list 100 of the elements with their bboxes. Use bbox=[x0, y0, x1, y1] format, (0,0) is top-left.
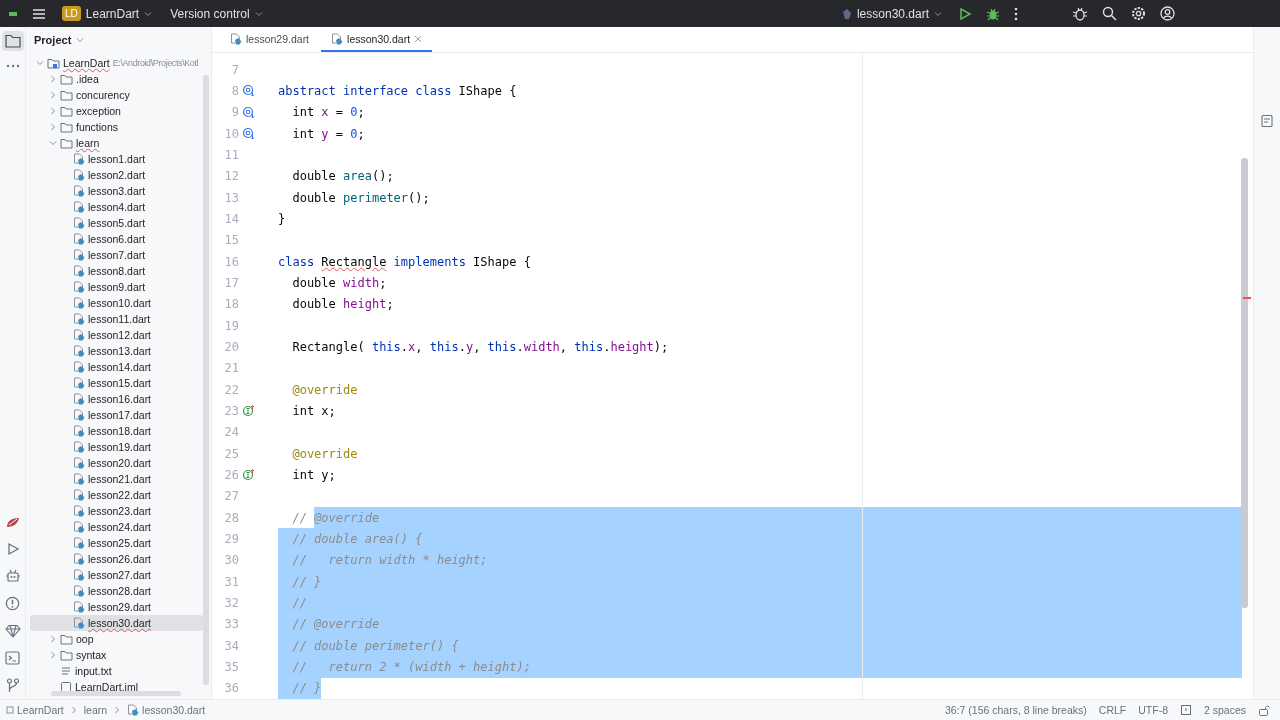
tree-item[interactable]: lesson24.dart bbox=[30, 519, 203, 535]
tree-item[interactable]: lesson4.dart bbox=[30, 199, 203, 215]
git-branch-icon[interactable] bbox=[5, 678, 20, 693]
overrides-icon[interactable] bbox=[242, 468, 255, 482]
tree-item[interactable]: lesson6.dart bbox=[30, 231, 203, 247]
close-icon[interactable] bbox=[414, 34, 423, 43]
tree-item[interactable]: lesson17.dart bbox=[30, 407, 203, 423]
file-encoding[interactable]: UTF-8 bbox=[1138, 704, 1168, 716]
tree-item[interactable]: lesson15.dart bbox=[30, 375, 203, 391]
tree-item[interactable]: concurency bbox=[30, 87, 203, 103]
tree-item[interactable]: lesson2.dart bbox=[30, 167, 203, 183]
account-icon[interactable] bbox=[1160, 6, 1175, 21]
settings-icon[interactable] bbox=[1131, 6, 1146, 21]
tree-item[interactable]: lesson21.dart bbox=[30, 471, 203, 487]
robot-icon[interactable] bbox=[4, 569, 21, 583]
tree-item[interactable]: lesson19.dart bbox=[30, 439, 203, 455]
dart-file-icon bbox=[73, 153, 85, 165]
caret-position[interactable]: 36:7 (156 chars, 8 line breaks) bbox=[944, 704, 1087, 716]
run-icon[interactable] bbox=[958, 6, 972, 21]
project-view-menu[interactable]: Project bbox=[34, 33, 85, 46]
folder-icon bbox=[60, 633, 73, 645]
readonly-icon[interactable] bbox=[1179, 704, 1192, 716]
project-switcher[interactable]: LD LearnDart bbox=[60, 4, 155, 23]
version-control-menu[interactable]: Version control bbox=[168, 4, 265, 23]
tree-item[interactable]: lesson9.dart bbox=[30, 279, 203, 295]
project-tool-button[interactable] bbox=[1, 31, 24, 51]
scrollbar-thumb[interactable] bbox=[203, 75, 209, 685]
tree-item[interactable]: syntax bbox=[30, 647, 203, 663]
line-number: 32 bbox=[223, 595, 239, 610]
breadcrumb[interactable]: lesson30.dart bbox=[127, 704, 206, 716]
diamond-icon[interactable] bbox=[4, 624, 21, 638]
tree-item[interactable]: .idea bbox=[30, 71, 203, 87]
tree-item[interactable]: lesson3.dart bbox=[30, 183, 203, 199]
dart-file-icon bbox=[73, 265, 85, 277]
dart-file-icon bbox=[73, 201, 85, 213]
tree-item[interactable]: lesson30.dart bbox=[30, 615, 203, 631]
tree-item[interactable]: lesson27.dart bbox=[30, 567, 203, 583]
tree-item[interactable]: LearnDart E:\Android\Projects\Kotl bbox=[30, 55, 203, 71]
dart-file-icon bbox=[73, 473, 85, 485]
tree-item[interactable]: lesson11.dart bbox=[30, 311, 203, 327]
scrollbar-thumb[interactable] bbox=[1241, 158, 1248, 608]
line-number: 36 bbox=[223, 681, 239, 696]
search-icon[interactable] bbox=[1102, 6, 1117, 21]
editor-tab[interactable]: lesson29.dart bbox=[220, 27, 320, 52]
menu-icon[interactable] bbox=[32, 7, 46, 20]
line-separator[interactable]: CRLF bbox=[1098, 704, 1127, 716]
dart-file-icon bbox=[73, 457, 85, 469]
tree-item[interactable]: lesson25.dart bbox=[30, 535, 203, 551]
folder-icon bbox=[60, 121, 73, 133]
line-number: 10 bbox=[223, 126, 239, 141]
breadcrumb[interactable]: LearnDart bbox=[6, 704, 64, 716]
bug-icon[interactable] bbox=[986, 6, 1000, 21]
line-number: 34 bbox=[223, 638, 239, 653]
tree-item[interactable]: oop bbox=[30, 631, 203, 647]
code-line: Rectangle( this.x, this.y, this.width, this.height); bbox=[291, 338, 670, 356]
tree-item[interactable]: lesson26.dart bbox=[30, 551, 203, 567]
run-icon[interactable] bbox=[5, 542, 20, 556]
tree-item[interactable]: lesson22.dart bbox=[30, 487, 203, 503]
tree-item[interactable]: lesson10.dart bbox=[30, 295, 203, 311]
tree-item[interactable]: lesson18.dart bbox=[30, 423, 203, 439]
folder-icon bbox=[60, 105, 73, 117]
editor-tab[interactable]: lesson30.dart bbox=[321, 27, 433, 52]
implemented-icon[interactable] bbox=[242, 127, 255, 141]
module-folder-icon bbox=[47, 57, 60, 69]
terminal-icon[interactable] bbox=[5, 651, 20, 665]
error-stripe-mark bbox=[1243, 297, 1251, 299]
tree-item[interactable]: functions bbox=[30, 119, 203, 135]
lock-icon[interactable] bbox=[1258, 704, 1270, 716]
tree-item[interactable]: lesson16.dart bbox=[30, 391, 203, 407]
tree-item[interactable]: lesson20.dart bbox=[30, 455, 203, 471]
line-number: 29 bbox=[223, 531, 239, 546]
tree-item[interactable]: input.txt bbox=[30, 663, 203, 679]
breadcrumb[interactable]: learn bbox=[83, 704, 108, 716]
line-number: 21 bbox=[223, 361, 239, 376]
tree-item[interactable]: lesson5.dart bbox=[30, 215, 203, 231]
indent-setting[interactable]: 2 spaces bbox=[1203, 704, 1246, 716]
notifications-icon[interactable] bbox=[1260, 114, 1274, 128]
run-configuration[interactable]: lesson30.dart bbox=[839, 4, 944, 23]
tree-item[interactable]: lesson1.dart bbox=[30, 151, 203, 167]
more-icon[interactable] bbox=[1014, 6, 1018, 21]
tree-item[interactable]: lesson23.dart bbox=[30, 503, 203, 519]
tree-item[interactable]: exception bbox=[30, 103, 203, 119]
tree-item[interactable]: lesson7.dart bbox=[30, 247, 203, 263]
dart-file-icon bbox=[73, 617, 85, 629]
problems-icon[interactable] bbox=[5, 596, 20, 611]
implemented-icon[interactable] bbox=[242, 84, 255, 98]
tree-item[interactable]: lesson14.dart bbox=[30, 359, 203, 375]
tree-item[interactable]: learn bbox=[30, 135, 203, 151]
bug-icon[interactable] bbox=[1072, 5, 1088, 22]
tree-item[interactable]: lesson28.dart bbox=[30, 583, 203, 599]
dart-file-icon bbox=[73, 409, 85, 421]
scrollbar-thumb[interactable] bbox=[51, 691, 181, 696]
tree-item[interactable]: lesson12.dart bbox=[30, 327, 203, 343]
tree-item[interactable]: lesson13.dart bbox=[30, 343, 203, 359]
tree-item[interactable]: lesson29.dart bbox=[30, 599, 203, 615]
chevron-icon bbox=[144, 9, 153, 18]
tree-item[interactable]: lesson8.dart bbox=[30, 263, 203, 279]
code-line: // } bbox=[278, 677, 1242, 699]
overrides-icon[interactable] bbox=[242, 404, 255, 418]
implemented-icon[interactable] bbox=[242, 105, 255, 119]
